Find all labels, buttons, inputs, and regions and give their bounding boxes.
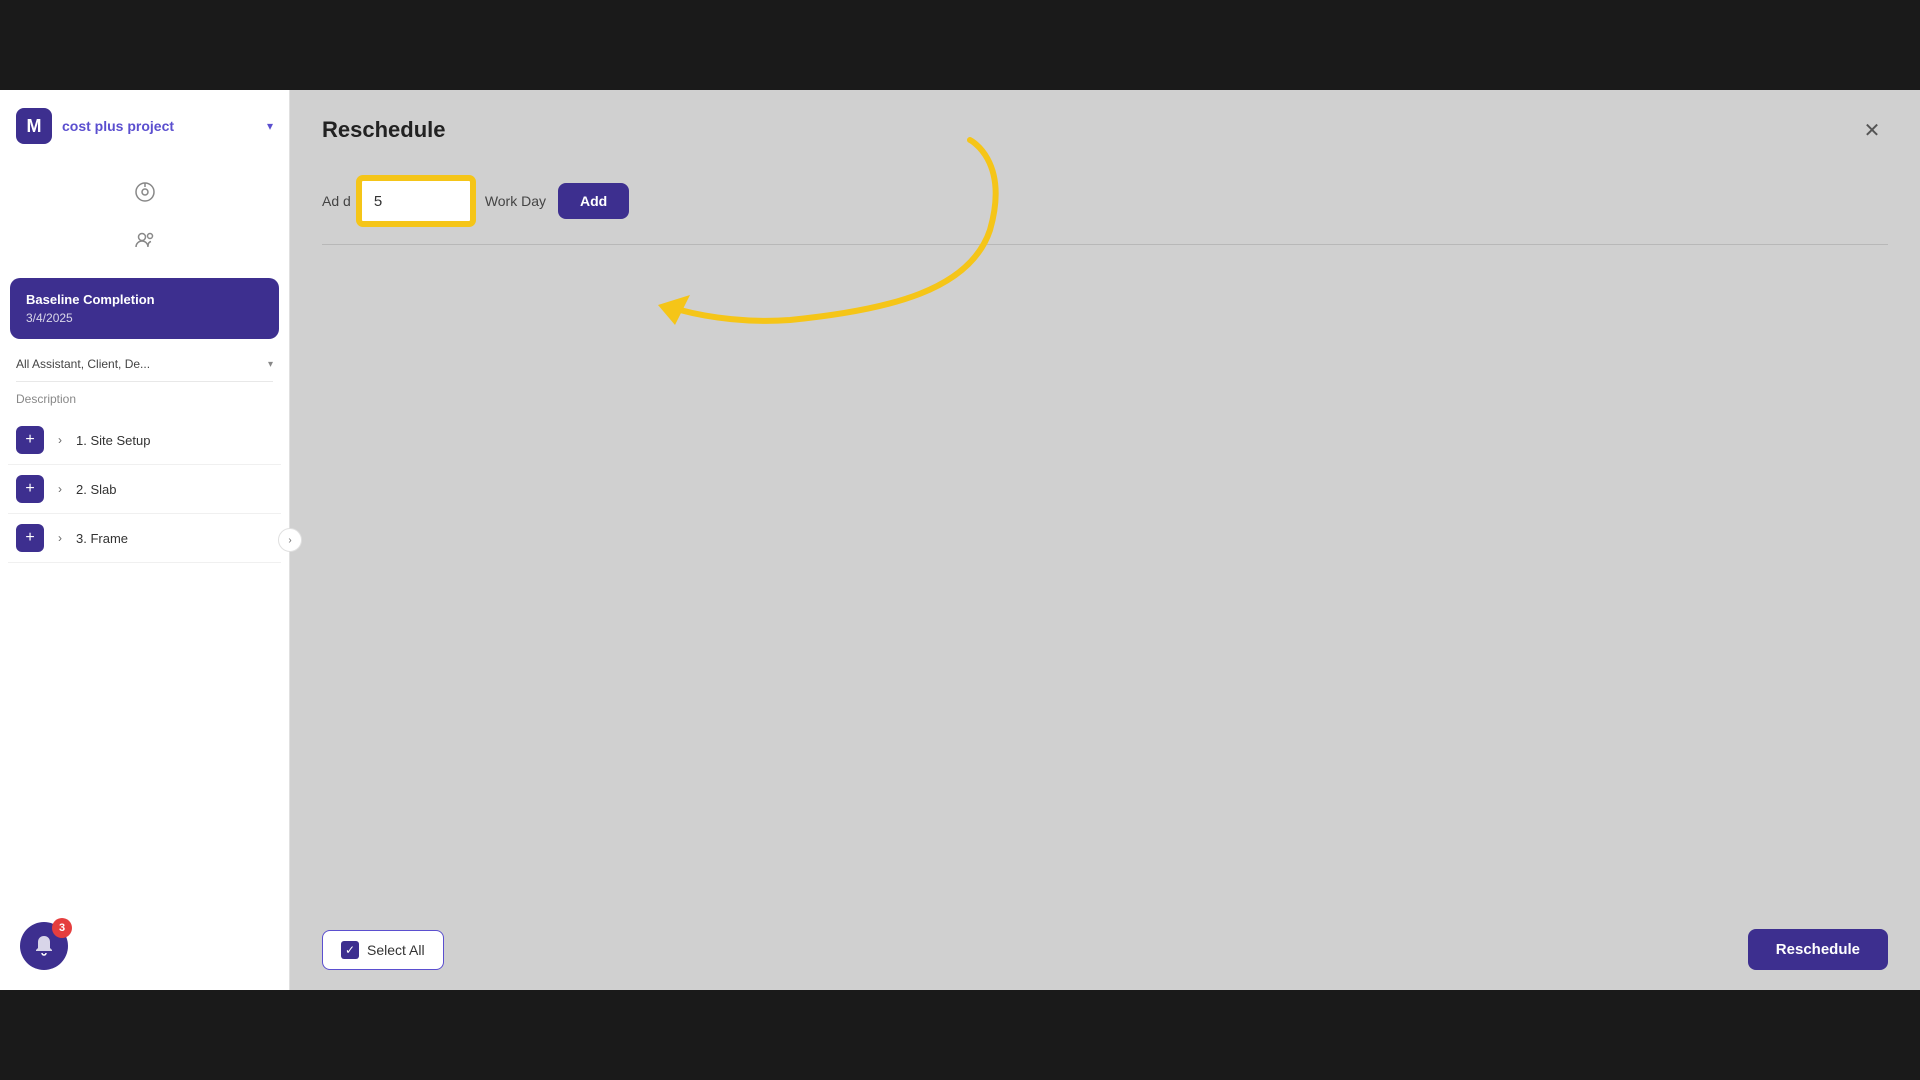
- modal-body: Ad d Work Day Add: [290, 162, 1920, 913]
- task-item-3: + › 3. Frame: [8, 514, 281, 563]
- filter-chevron-icon: ▾: [268, 359, 273, 370]
- add-task-3-btn[interactable]: +: [16, 524, 44, 552]
- sidebar-nav: [0, 162, 289, 270]
- modal-overlay: Reschedule ✕ Ad d Work Day Add: [290, 90, 1920, 990]
- notification-area: 3: [20, 922, 68, 970]
- work-days-label: Work Day: [485, 193, 546, 209]
- modal-footer: ✓ Select All Reschedule: [290, 913, 1920, 990]
- modal-divider: [322, 244, 1888, 245]
- add-action-btn[interactable]: Add: [558, 183, 629, 219]
- select-all-btn[interactable]: ✓ Select All: [322, 930, 444, 970]
- task-3-expand-icon[interactable]: ›: [52, 531, 68, 545]
- table-header: Description: [0, 382, 289, 416]
- app-logo: M: [16, 108, 52, 144]
- baseline-card: Baseline Completion 3/4/2025: [10, 278, 279, 339]
- modal-title: Reschedule: [322, 117, 446, 143]
- modal-container: Reschedule ✕ Ad d Work Day Add: [290, 90, 1920, 990]
- team-icon: [134, 229, 156, 251]
- filter-label: All Assistant, Client, De...: [16, 357, 260, 371]
- project-name: cost plus project: [62, 118, 257, 134]
- task-2-expand-icon[interactable]: ›: [52, 482, 68, 496]
- task-list: + › 1. Site Setup + › 2. Slab + › 3. Fra…: [0, 416, 289, 563]
- sidebar: M cost plus project ▾: [0, 90, 290, 990]
- task-item-2: + › 2. Slab: [8, 465, 281, 514]
- notification-btn[interactable]: 3: [20, 922, 68, 970]
- task-3-name: 3. Frame: [76, 531, 128, 546]
- baseline-date: 3/4/2025: [26, 311, 263, 325]
- modal-header: Reschedule ✕: [290, 90, 1920, 162]
- days-input[interactable]: [366, 183, 466, 219]
- add-task-1-btn[interactable]: +: [16, 426, 44, 454]
- sidebar-collapse-btn[interactable]: ›: [278, 528, 302, 552]
- add-days-row: Ad d Work Day Add: [322, 178, 1888, 224]
- modal-close-btn[interactable]: ✕: [1856, 114, 1888, 146]
- add-task-2-btn[interactable]: +: [16, 475, 44, 503]
- select-all-checkbox-icon: ✓: [341, 941, 359, 959]
- nav-team[interactable]: [125, 220, 165, 260]
- task-1-name: 1. Site Setup: [76, 433, 150, 448]
- task-1-expand-icon[interactable]: ›: [52, 433, 68, 447]
- days-input-wrapper: [359, 178, 473, 224]
- baseline-title: Baseline Completion: [26, 292, 263, 307]
- task-2-name: 2. Slab: [76, 482, 116, 497]
- dashboard-icon: [134, 181, 156, 203]
- nav-dashboard[interactable]: [125, 172, 165, 212]
- add-label: Ad d: [322, 193, 351, 209]
- project-dropdown-icon[interactable]: ▾: [267, 119, 273, 133]
- sidebar-header: M cost plus project ▾: [0, 90, 289, 162]
- task-item-1: + › 1. Site Setup: [8, 416, 281, 465]
- notification-badge: 3: [52, 918, 72, 938]
- reschedule-btn[interactable]: Reschedule: [1748, 929, 1888, 970]
- notification-icon: [32, 934, 56, 958]
- filter-row[interactable]: All Assistant, Client, De... ▾: [0, 347, 289, 381]
- select-all-label: Select All: [367, 942, 425, 958]
